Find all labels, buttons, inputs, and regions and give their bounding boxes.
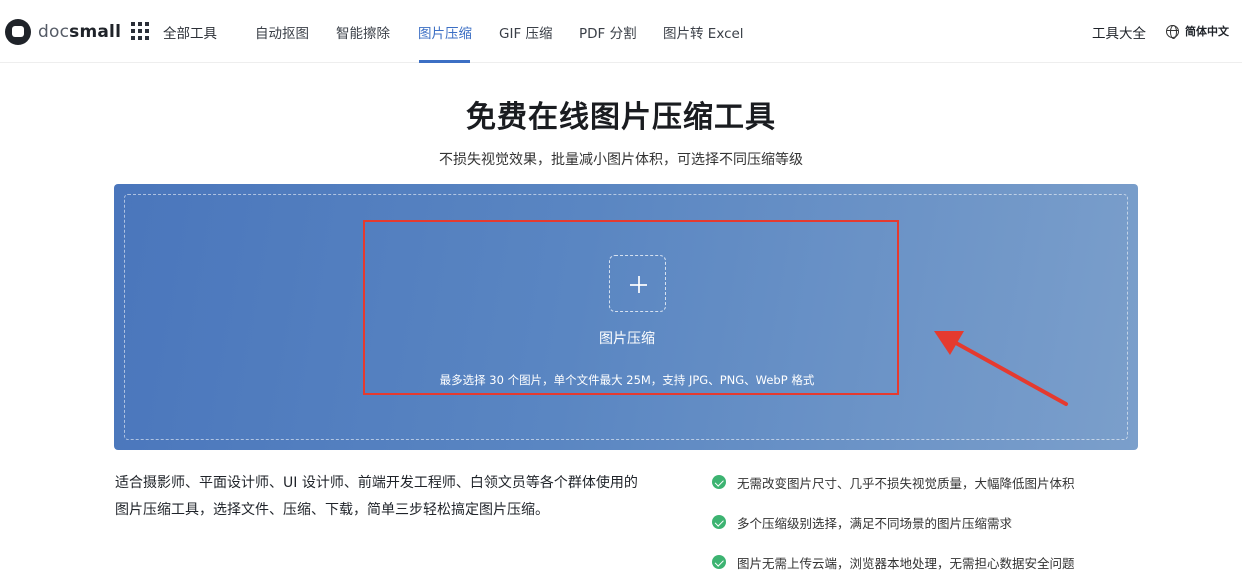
tools-directory-link[interactable]: 工具大全 [1092, 22, 1146, 42]
feature-text: 多个压缩级别选择，满足不同场景的图片压缩需求 [737, 515, 1013, 531]
upload-panel: 图片压缩 最多选择 30 个图片，单个文件最大 25M，支持 JPG、PNG、W… [114, 184, 1138, 450]
nav-gif-compress[interactable]: GIF 压缩 [499, 22, 553, 42]
nav-image-to-excel[interactable]: 图片转 Excel [663, 22, 744, 42]
check-circle-icon [712, 515, 726, 529]
all-tools-link[interactable]: 全部工具 [163, 22, 217, 42]
check-circle-icon [712, 475, 726, 489]
nav-auto-cutout[interactable]: 自动抠图 [255, 22, 309, 42]
nav-pdf-split[interactable]: PDF 分割 [579, 22, 637, 42]
feature-list: 无需改变图片尺寸、几乎不损失视觉质量，大幅降低图片体积 多个压缩级别选择，满足不… [712, 472, 1075, 584]
language-switcher[interactable]: 简体中文 [1166, 23, 1229, 39]
tool-description: 适合摄影师、平面设计师、UI 设计师、前端开发工程师、白领文员等各个群体使用的图… [115, 475, 638, 518]
logo-text: docsmall [38, 22, 122, 42]
feature-text: 图片无需上传云端，浏览器本地处理，无需担心数据安全问题 [737, 555, 1075, 571]
top-navbar: docsmall 全部工具 自动抠图 智能擦除 图片压缩 GIF 压缩 PDF … [0, 0, 1242, 63]
page-title: 免费在线图片压缩工具 [466, 100, 776, 135]
nav-smart-erase[interactable]: 智能擦除 [336, 22, 390, 42]
upload-dropzone[interactable]: 图片压缩 最多选择 30 个图片，单个文件最大 25M，支持 JPG、PNG、W… [124, 194, 1128, 440]
check-circle-icon [712, 555, 726, 569]
feature-item: 无需改变图片尺寸、几乎不损失视觉质量，大幅降低图片体积 [712, 472, 1075, 492]
apps-grid-icon[interactable] [131, 22, 149, 40]
upload-label: 图片压缩 [599, 331, 655, 347]
nav-image-compress[interactable]: 图片压缩 [418, 22, 472, 42]
language-label: 简体中文 [1185, 25, 1229, 38]
globe-icon [1166, 24, 1179, 39]
active-tab-indicator [419, 60, 470, 63]
docsmall-logo[interactable]: docsmall [5, 19, 121, 45]
page-subtitle: 不损失视觉效果，批量减小图片体积，可选择不同压缩等级 [439, 152, 803, 168]
feature-item: 图片无需上传云端，浏览器本地处理，无需担心数据安全问题 [712, 552, 1075, 572]
feature-item: 多个压缩级别选择，满足不同场景的图片压缩需求 [712, 512, 1075, 532]
plus-icon[interactable] [609, 255, 666, 312]
upload-hint: 最多选择 30 个图片，单个文件最大 25M，支持 JPG、PNG、WebP 格… [439, 373, 815, 387]
feature-text: 无需改变图片尺寸、几乎不损失视觉质量，大幅降低图片体积 [737, 475, 1075, 491]
logo-icon [5, 19, 31, 45]
